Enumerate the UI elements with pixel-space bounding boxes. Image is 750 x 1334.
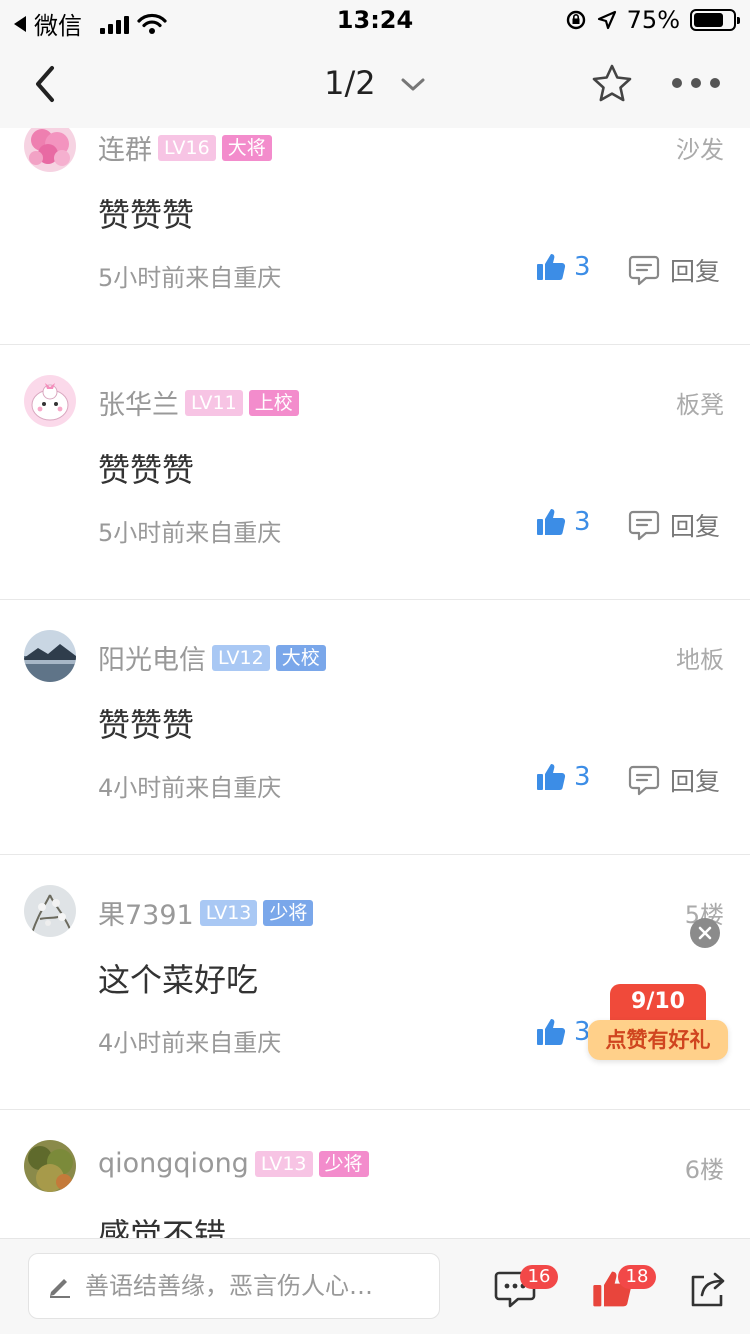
- rank-badge: 上校: [248, 389, 299, 416]
- like-button[interactable]: 3: [536, 1017, 591, 1047]
- status-bar: 微信 13:24 75%: [0, 0, 750, 40]
- comment-item: 连群 LV16 大将 沙发 赞赞赞 5小时前来自重庆 3 回复: [0, 90, 750, 345]
- favorite-star-icon[interactable]: [590, 62, 634, 106]
- level-badge: LV16: [158, 134, 216, 161]
- like-button[interactable]: 3: [536, 507, 591, 537]
- floor-label: 板凳: [676, 391, 724, 419]
- comment-meta: 4小时前来自重庆: [98, 1029, 282, 1057]
- more-options-icon[interactable]: [672, 78, 720, 88]
- comment-text: 赞赞赞: [98, 451, 195, 489]
- thumbs-up-icon: [537, 764, 566, 790]
- comment-text: 这个菜好吃: [98, 961, 259, 999]
- rotation-lock-icon: [566, 10, 585, 30]
- username-row: 果7391 LV13 少将: [98, 893, 314, 932]
- username[interactable]: 果7391: [98, 893, 194, 932]
- comment-item: 阳光电信 LV12 大校 地板 赞赞赞 4小时前来自重庆 3 回复: [0, 600, 750, 855]
- top-bar: 微信 13:24 75% 1/2: [0, 0, 750, 128]
- comment-item: 张华兰 LV11 上校 板凳 赞赞赞 5小时前来自重庆 3 回复: [0, 345, 750, 600]
- promo-close-button[interactable]: [690, 918, 720, 948]
- username[interactable]: 连群: [98, 128, 152, 167]
- reply-label: 回复: [670, 767, 721, 796]
- comment-meta: 5小时前来自重庆: [98, 264, 282, 292]
- username-row: 张华兰 LV11 上校: [98, 383, 299, 422]
- reply-button[interactable]: 回复: [628, 762, 720, 798]
- rank-badge: 少将: [263, 899, 314, 926]
- page-indicator[interactable]: 1/2: [0, 64, 750, 102]
- avatar[interactable]: [24, 630, 76, 682]
- comment-item: 果7391 LV13 少将 5楼 这个菜好吃 4小时前来自重庆 3 回复: [0, 855, 750, 1110]
- avatar[interactable]: [24, 885, 76, 937]
- rank-badge: 大将: [221, 134, 272, 161]
- like-count: 3: [574, 507, 591, 537]
- username-row: 连群 LV16 大将: [98, 128, 272, 167]
- username[interactable]: 张华兰: [98, 383, 179, 422]
- comment-list: 连群 LV16 大将 沙发 赞赞赞 5小时前来自重庆 3 回复 张华兰 LV11…: [0, 90, 750, 1334]
- page-indicator-label: 1/2: [324, 64, 376, 102]
- reply-bubble-icon: [628, 765, 660, 796]
- promo-label: 点赞有好礼: [588, 1020, 728, 1060]
- comment-meta: 5小时前来自重庆: [98, 519, 282, 547]
- reply-button[interactable]: 回复: [628, 507, 720, 543]
- like-button[interactable]: 3: [536, 252, 591, 282]
- battery-icon: [690, 9, 740, 31]
- like-count: 3: [574, 762, 591, 792]
- floor-label: 沙发: [676, 136, 724, 164]
- reply-label: 回复: [670, 257, 721, 286]
- pencil-icon: [50, 1279, 70, 1298]
- nav-bar: 1/2: [0, 40, 750, 128]
- close-icon: [698, 926, 712, 940]
- level-badge: LV13: [199, 899, 258, 926]
- like-count: 3: [574, 252, 591, 282]
- battery-percent: 75%: [626, 6, 680, 34]
- reply-bubble-icon: [628, 510, 660, 541]
- floor-label: 地板: [676, 646, 724, 674]
- floor-label: 6楼: [684, 1156, 724, 1184]
- like-count-badge: 18: [618, 1265, 656, 1289]
- status-right: 75%: [565, 6, 740, 34]
- reply-button[interactable]: 回复: [628, 252, 720, 288]
- rank-badge: 少将: [318, 1150, 369, 1177]
- like-reward-promo[interactable]: 9/10 点赞有好礼: [588, 984, 728, 1064]
- comment-meta: 4小时前来自重庆: [98, 774, 282, 802]
- like-post-button[interactable]: 18: [592, 1265, 656, 1309]
- thumbs-up-icon: [537, 509, 566, 535]
- username[interactable]: qiongqiong: [98, 1148, 249, 1179]
- reply-bubble-icon: [628, 255, 660, 286]
- level-badge: LV12: [212, 644, 270, 671]
- rank-badge: 大校: [275, 644, 326, 671]
- comment-input[interactable]: [85, 1272, 425, 1300]
- thumbs-up-icon: [537, 1019, 566, 1045]
- comment-text: 赞赞赞: [98, 196, 195, 234]
- like-button[interactable]: 3: [536, 762, 591, 792]
- comment-page: 微信 13:24 75% 1/2 连群 LV16 大将 沙发 赞赞赞 5小时前来…: [0, 0, 750, 1334]
- username-row: 阳光电信 LV12 大校: [98, 638, 326, 677]
- share-icon: [691, 1272, 725, 1307]
- comment-text: 赞赞赞: [98, 706, 195, 744]
- promo-progress: 9/10: [610, 984, 706, 1020]
- chevron-down-icon: [401, 78, 425, 91]
- comment-input-box[interactable]: [28, 1253, 440, 1319]
- location-icon: [597, 10, 616, 30]
- username-row: qiongqiong LV13 少将: [98, 1148, 369, 1179]
- comment-count-badge: 16: [520, 1265, 558, 1289]
- reply-label: 回复: [670, 512, 721, 541]
- level-badge: LV11: [185, 389, 243, 416]
- avatar[interactable]: [24, 1140, 76, 1192]
- username[interactable]: 阳光电信: [98, 638, 206, 677]
- bottom-bar: 16 18: [0, 1238, 750, 1334]
- thumbs-up-icon: [537, 254, 566, 280]
- share-button[interactable]: [688, 1269, 732, 1309]
- level-badge: LV13: [254, 1150, 313, 1177]
- comments-button[interactable]: 16: [494, 1265, 558, 1309]
- avatar[interactable]: [24, 375, 76, 427]
